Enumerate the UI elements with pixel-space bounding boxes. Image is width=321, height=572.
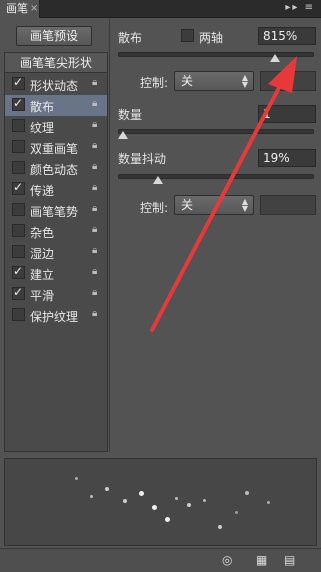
lock-icon[interactable]: 🔒︎ bbox=[92, 98, 97, 109]
option-checkbox[interactable] bbox=[12, 308, 25, 321]
lock-icon[interactable]: 🔒︎ bbox=[92, 266, 97, 277]
brush-dab bbox=[218, 525, 222, 529]
lock-icon[interactable]: 🔒︎ bbox=[92, 203, 97, 214]
control-extra-field bbox=[260, 71, 316, 91]
brush-dab bbox=[203, 499, 206, 502]
option-label: 湿边 bbox=[30, 247, 55, 261]
lock-icon[interactable]: 🔒︎ bbox=[92, 77, 97, 88]
option-label: 双重画笔 bbox=[30, 142, 79, 156]
brush-option-item[interactable]: 纹理 🔒︎ bbox=[5, 116, 107, 137]
brush-dab bbox=[139, 491, 144, 496]
brush-option-item[interactable]: 湿边 🔒︎ bbox=[5, 242, 107, 263]
option-label: 传递 bbox=[30, 184, 55, 198]
brush-dab bbox=[105, 487, 109, 491]
option-checkbox[interactable] bbox=[12, 161, 25, 174]
count-jitter-slider-thumb[interactable] bbox=[153, 176, 164, 184]
option-checkbox[interactable] bbox=[12, 224, 25, 237]
option-checkbox[interactable] bbox=[12, 285, 25, 300]
option-label: 画笔笔势 bbox=[30, 205, 79, 219]
option-label: 保护纹理 bbox=[30, 310, 79, 324]
option-label: 杂色 bbox=[30, 226, 55, 240]
control-label: 控制: bbox=[140, 76, 169, 90]
count-label: 数量 bbox=[118, 108, 143, 122]
brush-option-item[interactable]: 散布 🔒︎ bbox=[5, 95, 107, 116]
lock-icon[interactable]: 🔒︎ bbox=[92, 224, 97, 235]
brush-dab bbox=[187, 503, 191, 507]
count-jitter-value-field[interactable]: 19% bbox=[258, 149, 316, 167]
option-checkbox[interactable] bbox=[12, 75, 25, 90]
scatter-label: 散布 bbox=[118, 31, 143, 45]
panel-footer: ◎ ▦ ▤ bbox=[0, 548, 321, 572]
count-slider-thumb[interactable] bbox=[118, 131, 128, 139]
panel-menu-icon[interactable]: ▸▸ ≡ bbox=[285, 2, 315, 13]
option-checkbox[interactable] bbox=[12, 180, 25, 195]
lock-icon[interactable]: 🔒︎ bbox=[92, 140, 97, 151]
brush-option-item[interactable]: 杂色 🔒︎ bbox=[5, 221, 107, 242]
brush-option-item[interactable]: 颜色动态 🔒︎ bbox=[5, 158, 107, 179]
select-arrows-icon-2: ▲ ▼ bbox=[241, 197, 248, 213]
brush-options-list: 画笔笔尖形状 形状动态🔒︎散布🔒︎纹理🔒︎双重画笔🔒︎颜色动态🔒︎传递🔒︎画笔笔… bbox=[4, 52, 108, 452]
brush-option-item[interactable]: 保护纹理 🔒︎ bbox=[5, 305, 107, 326]
brush-option-item[interactable]: 平滑 🔒︎ bbox=[5, 284, 107, 305]
control-extra-field-2 bbox=[260, 195, 316, 215]
option-label: 平滑 bbox=[30, 289, 55, 303]
scatter-slider[interactable] bbox=[118, 52, 314, 57]
brush-stroke-preview bbox=[4, 458, 317, 546]
close-icon[interactable]: × bbox=[30, 0, 38, 18]
count-jitter-control-value: 关 bbox=[181, 198, 194, 212]
grid-icon[interactable]: ▦ bbox=[256, 553, 267, 567]
lock-icon[interactable]: 🔒︎ bbox=[92, 308, 97, 319]
both-axes-checkbox[interactable] bbox=[181, 29, 194, 42]
option-checkbox[interactable] bbox=[12, 203, 25, 216]
tab-title: 画笔 bbox=[6, 2, 28, 15]
count-value-field[interactable]: 1 bbox=[258, 105, 316, 123]
count-jitter-control-select[interactable]: 关 ▲ ▼ bbox=[174, 195, 254, 215]
scatter-control-select[interactable]: 关 ▲ ▼ bbox=[174, 71, 254, 91]
new-page-icon[interactable]: ▤ bbox=[284, 553, 295, 567]
brush-option-item[interactable]: 传递 🔒︎ bbox=[5, 179, 107, 200]
option-label: 形状动态 bbox=[30, 79, 79, 93]
brush-tip-shape-item[interactable]: 画笔笔尖形状 bbox=[5, 53, 107, 73]
brush-option-item[interactable]: 画笔笔势 🔒︎ bbox=[5, 200, 107, 221]
lock-icon[interactable]: 🔒︎ bbox=[92, 287, 97, 298]
option-checkbox[interactable] bbox=[12, 140, 25, 153]
brush-presets-button[interactable]: 画笔预设 bbox=[16, 26, 92, 46]
option-label: 建立 bbox=[30, 268, 55, 282]
option-checkbox[interactable] bbox=[12, 245, 25, 258]
brush-dab bbox=[165, 517, 170, 522]
brush-option-item[interactable]: 双重画笔 🔒︎ bbox=[5, 137, 107, 158]
option-checkbox[interactable] bbox=[12, 96, 25, 111]
option-checkbox[interactable] bbox=[12, 264, 25, 279]
option-label: 颜色动态 bbox=[30, 163, 79, 177]
count-slider[interactable] bbox=[118, 129, 314, 134]
brush-dab bbox=[90, 495, 93, 498]
lock-icon[interactable]: 🔒︎ bbox=[92, 245, 97, 256]
lock-icon[interactable]: 🔒︎ bbox=[92, 119, 97, 130]
option-label: 散布 bbox=[30, 100, 55, 114]
scatter-control-value: 关 bbox=[181, 74, 194, 88]
eye-icon[interactable]: ◎ bbox=[222, 553, 232, 567]
control-label-2: 控制: bbox=[140, 201, 169, 215]
brush-dab bbox=[245, 491, 249, 495]
option-label: 纹理 bbox=[30, 121, 55, 135]
brush-option-item[interactable]: 形状动态 🔒︎ bbox=[5, 74, 107, 95]
lock-icon[interactable]: 🔒︎ bbox=[92, 182, 97, 193]
brush-dab bbox=[267, 501, 270, 504]
scatter-value-field[interactable]: 815% bbox=[258, 27, 316, 45]
count-jitter-label: 数量抖动 bbox=[118, 152, 167, 166]
option-checkbox[interactable] bbox=[12, 119, 25, 132]
lock-icon[interactable]: 🔒︎ bbox=[92, 161, 97, 172]
brush-dab bbox=[75, 477, 78, 480]
brush-dab bbox=[175, 497, 178, 500]
both-axes-label: 两轴 bbox=[199, 31, 224, 45]
brush-dab bbox=[123, 499, 127, 503]
brush-option-item[interactable]: 建立 🔒︎ bbox=[5, 263, 107, 284]
divider bbox=[109, 18, 110, 452]
select-arrows-icon: ▲ ▼ bbox=[241, 73, 248, 89]
panel-titlebar: 画笔 × ▸▸ ≡ bbox=[0, 0, 321, 18]
brush-dab bbox=[152, 505, 157, 510]
count-jitter-slider[interactable] bbox=[118, 174, 314, 179]
scatter-slider-thumb[interactable] bbox=[269, 54, 280, 62]
brush-dab bbox=[235, 511, 238, 514]
